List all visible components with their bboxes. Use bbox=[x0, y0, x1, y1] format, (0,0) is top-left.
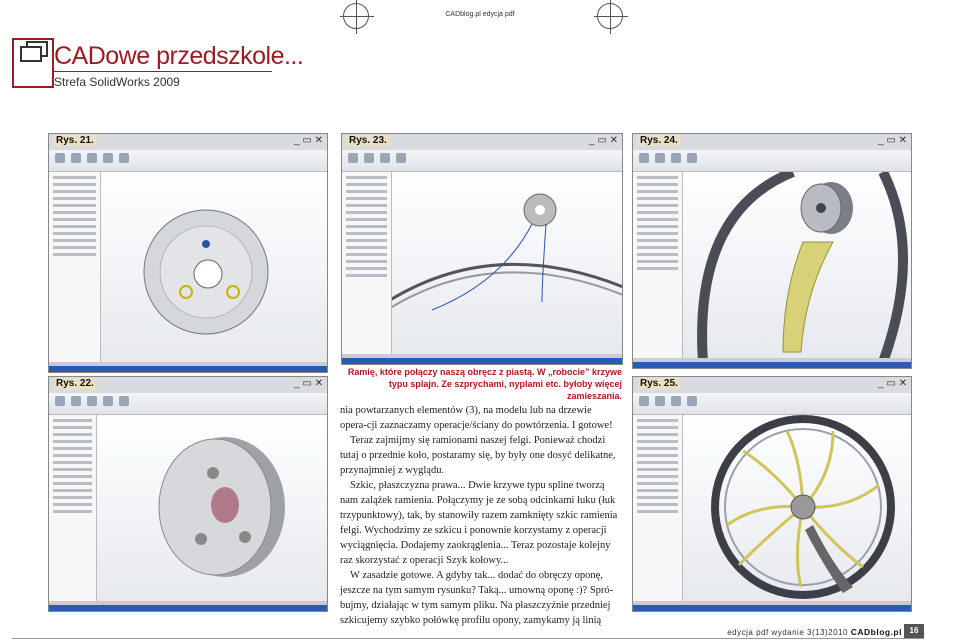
figure-label: Rys. 25. bbox=[637, 378, 681, 389]
figure-label: Rys. 21. bbox=[53, 135, 97, 146]
model-viewport bbox=[683, 167, 911, 364]
model-viewport bbox=[101, 172, 327, 362]
cad-toolbar bbox=[342, 150, 622, 172]
feature-tree bbox=[49, 415, 97, 601]
window-controls: _ ▭ ✕ bbox=[589, 135, 618, 146]
cad-toolbar bbox=[633, 393, 911, 415]
logo-subtitle: Strefa SolidWorks 2009 bbox=[54, 75, 180, 89]
window-controls: _ ▭ ✕ bbox=[878, 378, 907, 389]
figure-25: Rys. 25. _ ▭ ✕ bbox=[632, 376, 912, 612]
property-manager bbox=[342, 172, 392, 354]
window-controls: _ ▭ ✕ bbox=[294, 135, 323, 146]
model-viewport bbox=[97, 415, 327, 601]
rim-with-arm-model bbox=[697, 167, 908, 364]
window-controls: _ ▭ ✕ bbox=[878, 135, 907, 146]
paragraph: nia powtarzanych elementów (3), na model… bbox=[340, 405, 613, 431]
figure-21: Rys. 21. _ ▭ ✕ bbox=[48, 133, 328, 373]
title-bar: Rys. 23. _ ▭ ✕ bbox=[342, 134, 622, 150]
paragraph: Teraz zajmijmy się ramionami naszej felg… bbox=[340, 435, 616, 476]
caption-line-1: Ramię, które połączy naszą obręcz z pias… bbox=[347, 367, 622, 377]
cad-toolbar bbox=[633, 150, 911, 172]
figure-label: Rys. 22. bbox=[53, 378, 97, 389]
property-manager bbox=[633, 172, 683, 358]
logo-window-front bbox=[20, 46, 42, 62]
taskbar bbox=[633, 362, 911, 368]
window-controls: _ ▭ ✕ bbox=[294, 378, 323, 389]
logo-title: CADowe przedszkole... bbox=[54, 42, 304, 70]
title-bar: Rys. 25. _ ▭ ✕ bbox=[633, 377, 911, 393]
feature-tree bbox=[49, 172, 101, 362]
article-body: nia powtarzanych elementów (3), na model… bbox=[340, 403, 620, 628]
model-viewport bbox=[683, 415, 911, 601]
wheel-circular-pattern-model bbox=[711, 415, 895, 599]
figure-caption: Ramię, które połączy naszą obręcz z pias… bbox=[336, 366, 622, 402]
cad-toolbar bbox=[49, 393, 327, 415]
paragraph: W zasadzie gotowe. A gdyby tak... dodać … bbox=[340, 570, 614, 626]
model-viewport bbox=[371, 172, 622, 354]
paragraph: Szkic, płaszczyzna prawa... Dwie krzywe … bbox=[340, 480, 618, 566]
footer-brand: CADblog.pl bbox=[850, 627, 902, 637]
taskbar bbox=[342, 358, 622, 364]
figure-label: Rys. 24. bbox=[637, 135, 681, 146]
figure-24: Rys. 24. _ ▭ ✕ bbox=[632, 133, 912, 369]
title-bar: Rys. 24. _ ▭ ✕ bbox=[633, 134, 911, 150]
page-number: 16 bbox=[904, 624, 924, 638]
title-bar: Rys. 22. _ ▭ ✕ bbox=[49, 377, 327, 393]
caption-line-2: typu splajn. Ze szprychami, nyplami etc.… bbox=[388, 379, 622, 401]
spline-sketch bbox=[371, 193, 622, 321]
footer-edition-text: edycja pdf wydanie 3(13)2010 bbox=[727, 628, 848, 637]
cad-toolbar bbox=[49, 150, 327, 172]
title-bar: Rys. 21. _ ▭ ✕ bbox=[49, 134, 327, 150]
wheel-hub-model bbox=[143, 209, 269, 335]
figure-22: Rys. 22. _ ▭ ✕ bbox=[48, 376, 328, 612]
wheel-hub-3d-model bbox=[158, 437, 285, 577]
footer-edition: edycja pdf wydanie 3(13)2010 CADblog.pl bbox=[727, 627, 902, 637]
figure-label: Rys. 23. bbox=[346, 135, 390, 146]
taskbar bbox=[49, 366, 327, 372]
header-url: CADblog.pl edycja pdf bbox=[445, 11, 515, 18]
figure-23: Rys. 23. _ ▭ ✕ bbox=[341, 133, 623, 365]
property-manager bbox=[633, 415, 683, 601]
logo-divider bbox=[52, 71, 272, 72]
taskbar bbox=[49, 605, 327, 611]
footer-rule bbox=[12, 638, 924, 639]
taskbar bbox=[633, 605, 911, 611]
